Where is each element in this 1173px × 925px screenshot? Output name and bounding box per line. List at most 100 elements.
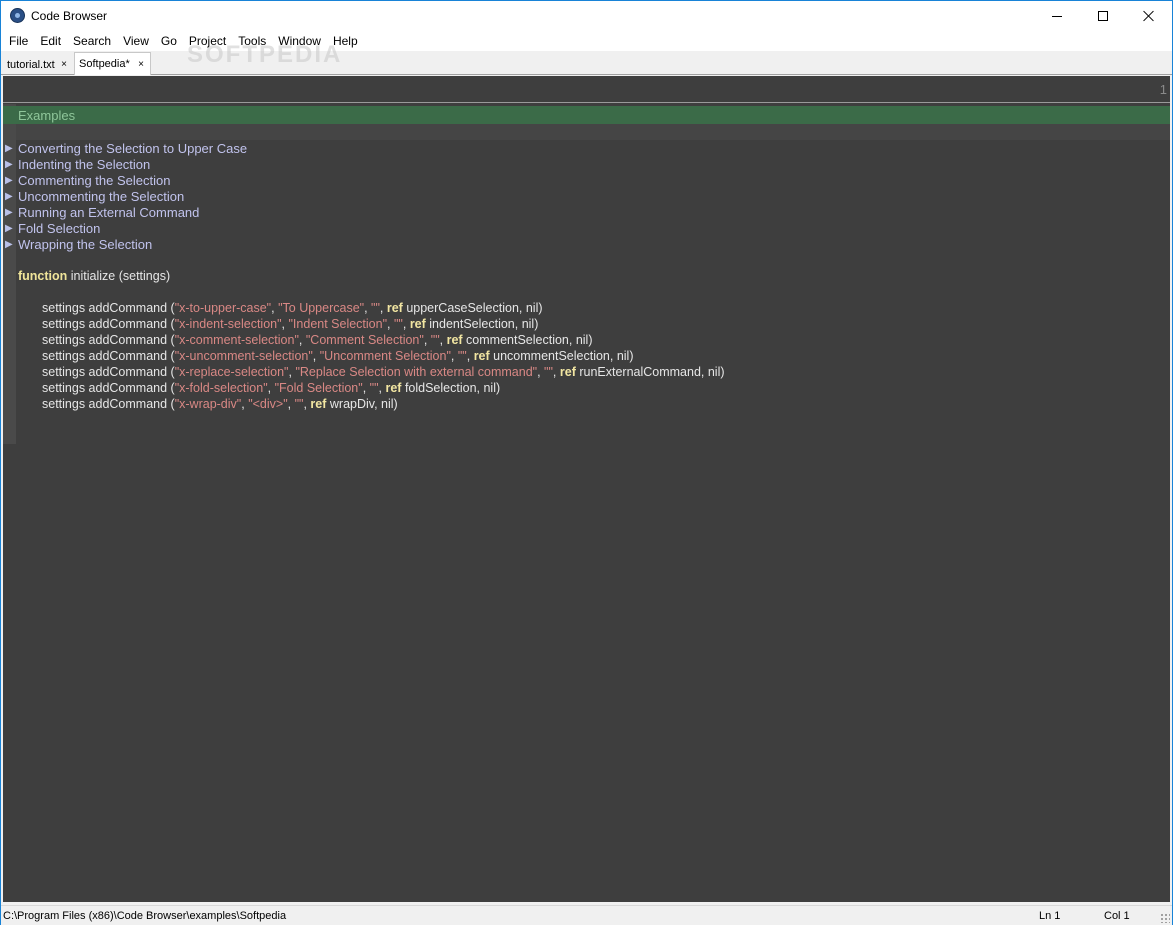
menu-view[interactable]: View [117, 31, 155, 51]
fold-label: Wrapping the Selection [18, 236, 153, 252]
command-id: "x-uncomment-selection" [174, 349, 313, 363]
command-shortcut: "" [393, 317, 403, 331]
close-button[interactable] [1126, 1, 1172, 31]
menu-bar: File Edit Search View Go Project Tools W… [1, 31, 1172, 51]
function-declaration: function initialize (settings) [18, 268, 170, 284]
fold-item[interactable]: ▶ Running an External Command [5, 204, 199, 220]
command-id: "x-fold-selection" [174, 381, 268, 395]
command-shortcut: "" [544, 365, 553, 379]
tab-tutorial[interactable]: tutorial.txt × [3, 54, 73, 75]
command-shortcut: "" [369, 381, 379, 395]
code-line: settings addCommand ("x-replace-selectio… [42, 365, 725, 379]
ref-keyword: ref [409, 317, 426, 331]
file-path: C:\Program Files (x86)\Code Browser\exam… [3, 910, 287, 922]
expand-arrow-icon[interactable]: ▶ [5, 191, 18, 202]
app-window: Code Browser File Edit Search View Go Pr… [0, 0, 1173, 925]
command-prefix: settings addCommand ( [42, 317, 175, 331]
command-id: "x-wrap-div" [174, 397, 242, 411]
command-shortcut: "" [371, 301, 380, 315]
command-prefix: settings addCommand ( [42, 397, 175, 411]
command-id: "x-replace-selection" [174, 365, 289, 379]
window-title: Code Browser [31, 9, 108, 23]
app-logo-icon [10, 8, 25, 23]
tab-softpedia[interactable]: Softpedia* × [74, 52, 151, 75]
fold-label: Running an External Command [18, 204, 200, 220]
section-header-bar[interactable] [3, 106, 1170, 124]
code-editor[interactable]: 1 Examples ▶ Converting the Selection to… [3, 76, 1170, 902]
command-prefix: settings addCommand ( [42, 301, 175, 315]
command-target: upperCaseSelection, nil) [402, 301, 543, 315]
ref-keyword: ref [559, 365, 576, 379]
column-indicator: Col 1 [1104, 910, 1130, 922]
command-shortcut: "" [457, 349, 467, 363]
maximize-button[interactable] [1080, 1, 1126, 31]
command-target: indentSelection, nil) [425, 317, 539, 331]
fold-label: Fold Selection [18, 220, 101, 236]
menu-search[interactable]: Search [67, 31, 117, 51]
tab-close-icon[interactable]: × [61, 59, 67, 70]
expand-arrow-icon[interactable]: ▶ [5, 143, 18, 154]
ruler-number: 1 [1159, 82, 1167, 97]
expand-arrow-icon[interactable]: ▶ [5, 175, 18, 186]
fold-item[interactable]: ▶ Converting the Selection to Upper Case [5, 140, 247, 156]
resize-grip-icon[interactable] [1160, 913, 1170, 923]
fold-item[interactable]: ▶ Commenting the Selection [5, 172, 170, 188]
code-line: settings addCommand ("x-fold-selection",… [42, 381, 501, 395]
command-label: "<div>" [248, 397, 288, 411]
command-label: "Uncomment Selection" [319, 349, 451, 363]
ref-keyword: ref [310, 397, 327, 411]
ref-keyword: ref [385, 381, 402, 395]
minimize-button[interactable] [1034, 1, 1080, 31]
tab-close-icon[interactable]: × [138, 59, 144, 70]
fold-item[interactable]: ▶ Wrapping the Selection [5, 236, 152, 252]
menu-edit[interactable]: Edit [34, 31, 67, 51]
command-target: wrapDiv, nil) [326, 397, 398, 411]
code-line: settings addCommand ("x-to-upper-case", … [42, 301, 543, 315]
expand-arrow-icon[interactable]: ▶ [5, 159, 18, 170]
ref-keyword: ref [473, 349, 490, 363]
fold-item[interactable]: ▶ Indenting the Selection [5, 156, 150, 172]
editor-ruler: 1 [3, 76, 1170, 103]
command-label: "Comment Selection" [305, 333, 424, 347]
function-signature: initialize (settings) [67, 269, 171, 283]
command-target: runExternalCommand, nil) [575, 365, 725, 379]
command-shortcut: "" [294, 397, 304, 411]
tab-label: Softpedia* [79, 58, 130, 70]
tab-bar: tutorial.txt × Softpedia* × [1, 51, 1172, 75]
command-id: "x-comment-selection" [174, 333, 299, 347]
command-shortcut: "" [430, 333, 440, 347]
fold-item[interactable]: ▶ Fold Selection [5, 220, 100, 236]
watermark: SOFTPEDIA [187, 41, 343, 68]
expand-arrow-icon[interactable]: ▶ [5, 239, 18, 250]
ref-keyword: ref [446, 333, 463, 347]
command-label: "Fold Selection" [274, 381, 363, 395]
command-prefix: settings addCommand ( [42, 333, 175, 347]
menu-file[interactable]: File [3, 31, 34, 51]
command-id: "x-indent-selection" [174, 317, 282, 331]
command-label: "To Uppercase" [278, 301, 365, 315]
minimize-icon [1052, 15, 1062, 17]
menu-go[interactable]: Go [155, 31, 183, 51]
fold-label: Commenting the Selection [18, 172, 171, 188]
command-prefix: settings addCommand ( [42, 349, 175, 363]
code-line: settings addCommand ("x-wrap-div", "<div… [42, 397, 398, 411]
ref-keyword: ref [386, 301, 403, 315]
expand-arrow-icon[interactable]: ▶ [5, 207, 18, 218]
code-line: settings addCommand ("x-uncomment-select… [42, 349, 634, 363]
command-id: "x-to-upper-case" [174, 301, 272, 315]
status-bar: C:\Program Files (x86)\Code Browser\exam… [1, 905, 1172, 925]
expand-arrow-icon[interactable]: ▶ [5, 223, 18, 234]
fold-label: Converting the Selection to Upper Case [18, 140, 248, 156]
command-label: "Indent Selection" [288, 317, 388, 331]
command-prefix: settings addCommand ( [42, 365, 175, 379]
command-target: foldSelection, nil) [401, 381, 501, 395]
section-title: Examples [18, 108, 76, 123]
code-line: settings addCommand ("x-indent-selection… [42, 317, 539, 331]
command-prefix: settings addCommand ( [42, 381, 175, 395]
fold-label: Uncommenting the Selection [18, 188, 185, 204]
command-target: commentSelection, nil) [462, 333, 593, 347]
function-keyword: function [18, 269, 68, 283]
fold-item[interactable]: ▶ Uncommenting the Selection [5, 188, 184, 204]
command-label: "Replace Selection with external command… [295, 365, 538, 379]
title-bar: Code Browser [1, 1, 1172, 31]
